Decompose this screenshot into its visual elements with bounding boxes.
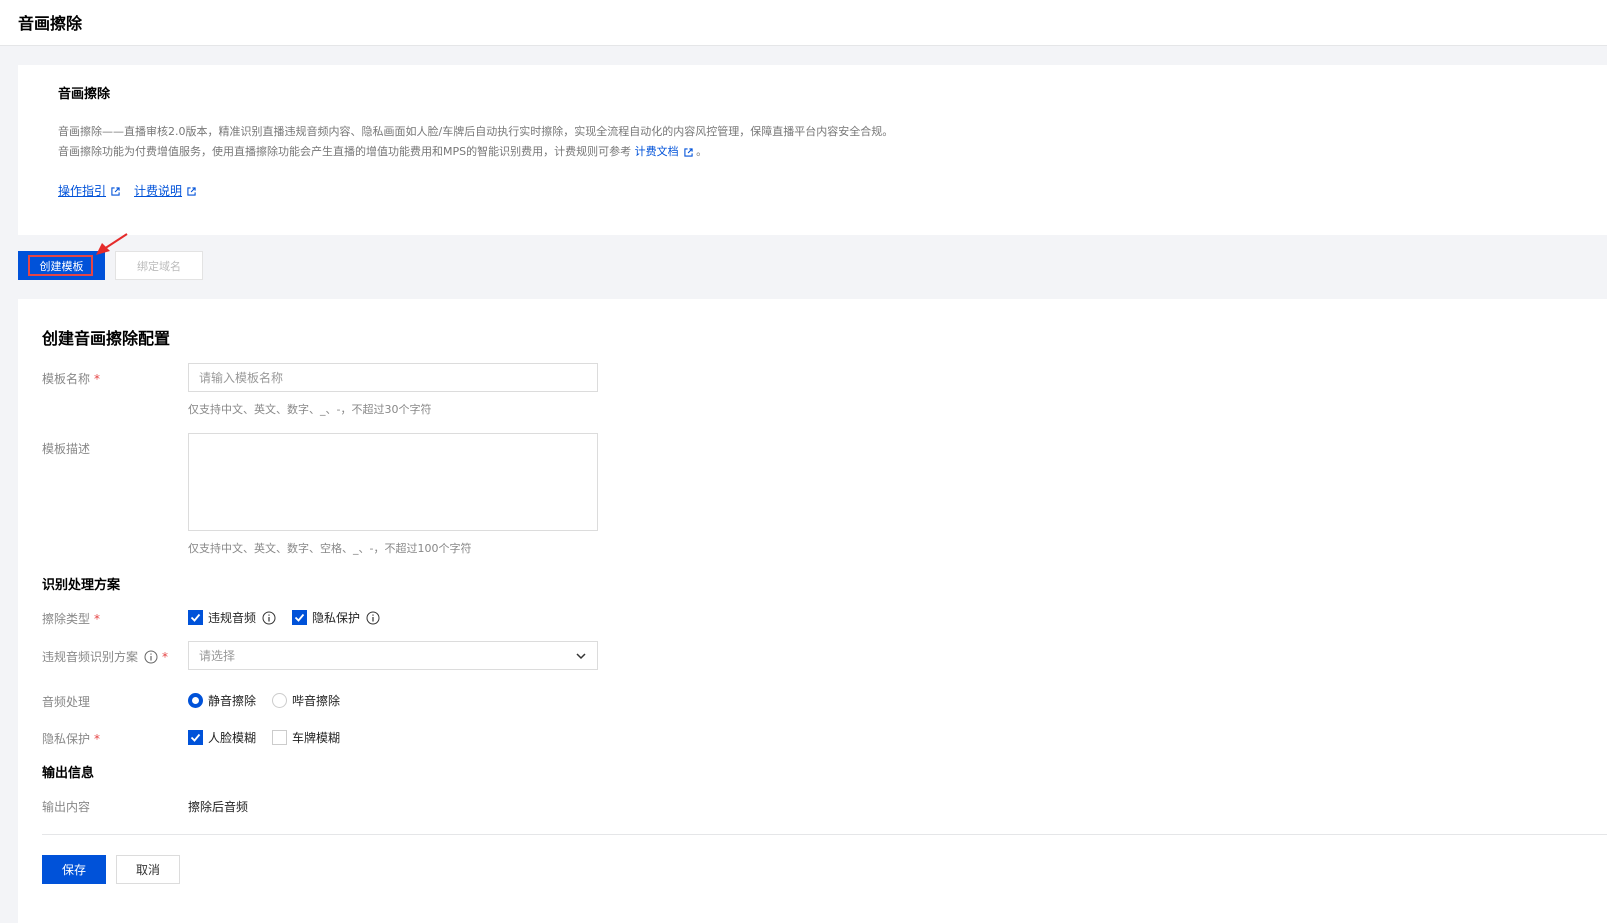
template-desc-textarea[interactable] xyxy=(188,433,598,531)
radio-unselected-icon xyxy=(272,693,287,708)
intro-line2-prefix: 音画擦除功能为付费增值服务，使用直播擦除功能会产生直播的增值功能费用和MPS的智… xyxy=(58,145,632,158)
audio-process-beep-label: 哔音擦除 xyxy=(292,694,341,708)
checkbox-checked-icon xyxy=(188,730,203,745)
audio-process-label: 音频处理 xyxy=(42,695,91,709)
chevron-down-icon xyxy=(576,652,586,659)
privacy-label-text: 隐私保护 xyxy=(42,732,91,746)
checkbox-unchecked-icon xyxy=(272,730,287,745)
external-link-icon xyxy=(111,187,120,196)
save-label: 保存 xyxy=(61,863,86,877)
radio-selected-icon xyxy=(188,693,203,708)
intro-heading: 音画擦除 xyxy=(58,87,111,102)
billing-info-label: 计费说明 xyxy=(134,184,183,198)
checkbox-checked-icon xyxy=(188,610,203,625)
intro-links: 操作指引 计费说明 xyxy=(58,182,196,199)
required-mark: * xyxy=(94,612,101,626)
privacy-plate-checkbox[interactable]: 车牌模糊 xyxy=(272,729,340,746)
cancel-button[interactable]: 取消 xyxy=(116,855,180,884)
required-mark: * xyxy=(94,372,101,386)
audio-process-mute-label: 静音擦除 xyxy=(208,694,257,708)
create-config-form: 创建音画擦除配置 模板名称 * 请输入模板名称 仅支持中文、英文、数字、_、-，不… xyxy=(18,299,1607,923)
template-name-input[interactable]: 请输入模板名称 xyxy=(188,363,598,392)
intro-description-line2: 音画擦除功能为付费增值服务，使用直播擦除功能会产生直播的增值功能费用和MPS的智… xyxy=(58,143,707,159)
intro-line2-suffix: 。 xyxy=(696,145,708,158)
erase-type-audio-checkbox[interactable]: 违规音频 xyxy=(188,609,276,626)
intro-card: 音画擦除 音画擦除——直播审核2.0版本，精准识别直播违规音频内容、隐私画面如人… xyxy=(18,65,1607,235)
template-desc-label: 模板描述 xyxy=(42,442,91,456)
privacy-face-label: 人脸模糊 xyxy=(208,731,257,745)
cancel-label: 取消 xyxy=(135,863,160,877)
operation-guide-link[interactable]: 操作指引 xyxy=(58,184,120,198)
info-icon[interactable] xyxy=(144,650,158,664)
audio-scheme-label: 违规音频识别方案 * xyxy=(42,648,168,665)
red-arrow-annotation-icon xyxy=(96,233,128,255)
checkbox-checked-icon xyxy=(292,610,307,625)
required-mark: * xyxy=(94,732,101,746)
erase-type-label: 擦除类型 * xyxy=(42,610,100,627)
erase-type-privacy-label: 隐私保护 xyxy=(312,611,361,625)
template-name-label: 模板名称 * xyxy=(42,370,100,387)
output-content-label: 输出内容 xyxy=(42,800,91,814)
output-content-value: 擦除后音频 xyxy=(188,800,249,814)
intro-description-line1: 音画擦除——直播审核2.0版本，精准识别直播违规音频内容、隐私画面如人脸/车牌后… xyxy=(58,125,894,138)
save-button[interactable]: 保存 xyxy=(42,855,106,884)
erase-type-privacy-checkbox[interactable]: 隐私保护 xyxy=(292,609,380,626)
template-name-hint: 仅支持中文、英文、数字、_、-，不超过30个字符 xyxy=(188,403,432,416)
output-section-title: 输出信息 xyxy=(42,766,95,781)
info-icon[interactable] xyxy=(366,611,380,625)
audio-scheme-select[interactable]: 请选择 xyxy=(188,641,598,670)
audio-scheme-placeholder: 请选择 xyxy=(199,649,236,663)
template-name-label-text: 模板名称 xyxy=(42,372,91,386)
erase-type-audio-label: 违规音频 xyxy=(208,611,257,625)
audio-process-mute-radio[interactable]: 静音擦除 xyxy=(188,692,256,709)
form-title: 创建音画擦除配置 xyxy=(42,329,171,348)
template-name-placeholder: 请输入模板名称 xyxy=(199,371,284,385)
external-link-icon xyxy=(187,187,196,196)
form-divider xyxy=(42,834,1607,835)
top-bar: 音画擦除 xyxy=(0,0,1607,46)
privacy-plate-label: 车牌模糊 xyxy=(292,731,341,745)
info-icon[interactable] xyxy=(262,611,276,625)
audio-process-beep-radio[interactable]: 哔音擦除 xyxy=(272,692,340,709)
audio-scheme-label-text: 违规音频识别方案 xyxy=(42,650,139,664)
privacy-label: 隐私保护 * xyxy=(42,730,100,747)
required-mark: * xyxy=(162,649,169,664)
billing-doc-link[interactable]: 计费文档 xyxy=(635,145,693,158)
page-title: 音画擦除 xyxy=(18,14,83,33)
billing-doc-link-label: 计费文档 xyxy=(634,145,679,158)
highlight-box xyxy=(28,255,93,276)
erase-type-label-text: 擦除类型 xyxy=(42,612,91,626)
privacy-face-checkbox[interactable]: 人脸模糊 xyxy=(188,729,256,746)
template-desc-hint: 仅支持中文、英文、数字、空格、_、-，不超过100个字符 xyxy=(188,542,472,555)
billing-info-link[interactable]: 计费说明 xyxy=(134,184,196,198)
recognition-section-title: 识别处理方案 xyxy=(42,578,121,593)
external-link-icon xyxy=(683,147,693,157)
bind-domain-label: 绑定域名 xyxy=(137,259,181,273)
operation-guide-label: 操作指引 xyxy=(58,184,107,198)
